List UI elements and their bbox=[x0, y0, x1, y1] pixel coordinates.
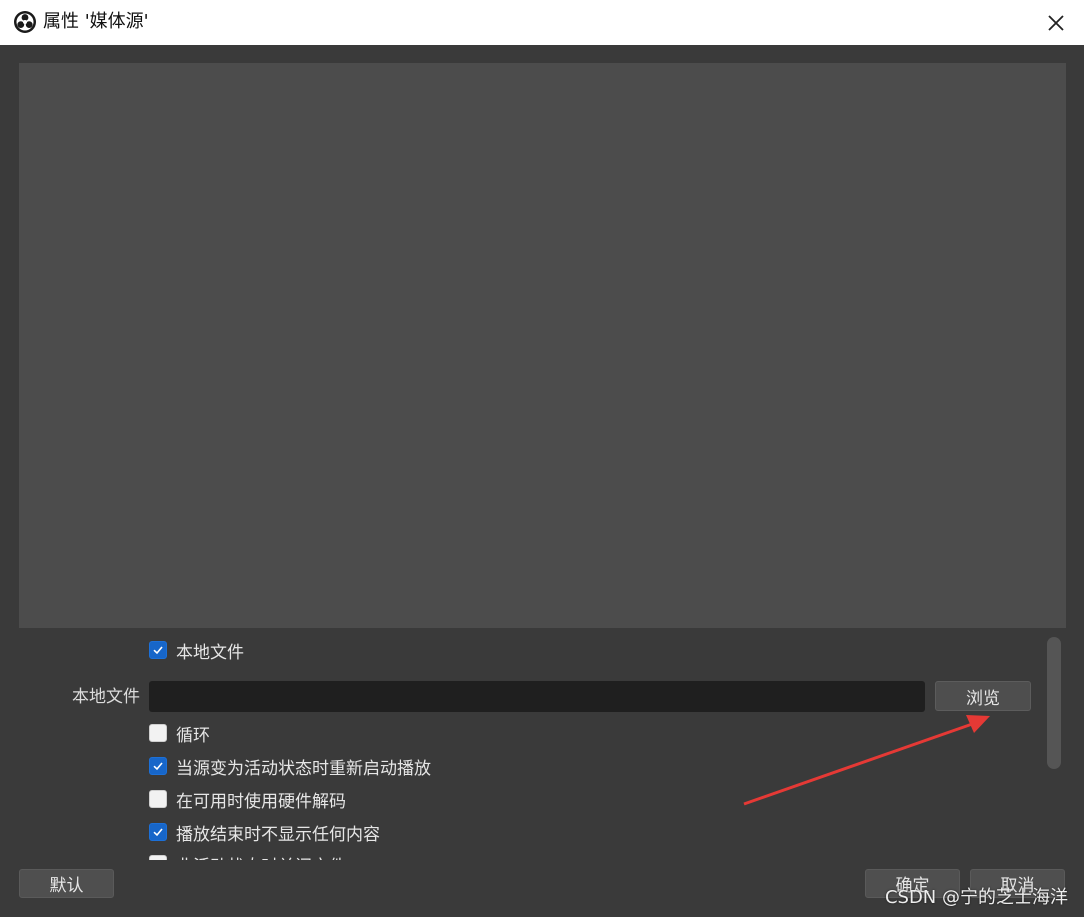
window-title: 属性 '媒体源' bbox=[43, 11, 149, 32]
checkbox-checked-icon bbox=[149, 823, 167, 841]
properties-dialog: 本地文件 本地文件 浏览 循环 当源变为活动状态时重新启动播放 在可用时使用硬件… bbox=[0, 45, 1084, 917]
local-file-field-label: 本地文件 bbox=[72, 687, 140, 707]
checkbox-checked-icon bbox=[149, 641, 167, 659]
obs-logo-icon bbox=[14, 11, 36, 33]
hide-on-end-checkbox[interactable]: 播放结束时不显示任何内容 bbox=[149, 820, 380, 845]
close-button[interactable] bbox=[1028, 0, 1084, 45]
hide-on-end-checkbox-label: 播放结束时不显示任何内容 bbox=[176, 824, 380, 845]
local-file-checkbox[interactable]: 本地文件 bbox=[149, 638, 244, 663]
properties-panel: 本地文件 本地文件 浏览 循环 当源变为活动状态时重新启动播放 在可用时使用硬件… bbox=[19, 635, 1066, 860]
defaults-button[interactable]: 默认 bbox=[19, 869, 114, 898]
checkbox-checked-icon bbox=[149, 757, 167, 775]
loop-checkbox-label: 循环 bbox=[176, 725, 210, 746]
properties-scrollbar[interactable] bbox=[1047, 637, 1061, 769]
local-file-checkbox-label: 本地文件 bbox=[176, 642, 244, 663]
checkbox-unchecked-icon bbox=[149, 855, 167, 860]
hardware-decode-checkbox[interactable]: 在可用时使用硬件解码 bbox=[149, 787, 346, 812]
local-file-path-input[interactable] bbox=[149, 681, 925, 712]
restart-on-activate-checkbox[interactable]: 当源变为活动状态时重新启动播放 bbox=[149, 754, 431, 779]
hw-decode-checkbox-label: 在可用时使用硬件解码 bbox=[176, 791, 346, 812]
checkbox-unchecked-icon bbox=[149, 790, 167, 808]
close-when-inactive-checkbox-label: 非活动状态时关闭文件 bbox=[176, 852, 346, 861]
browse-button[interactable]: 浏览 bbox=[935, 681, 1031, 711]
csdn-watermark: CSDN @宁的芝士海洋 bbox=[884, 887, 1068, 908]
close-icon bbox=[1048, 14, 1064, 31]
source-preview bbox=[19, 63, 1066, 628]
restart-checkbox-label: 当源变为活动状态时重新启动播放 bbox=[176, 758, 431, 779]
close-when-inactive-checkbox[interactable]: 非活动状态时关闭文件 bbox=[149, 852, 346, 860]
title-bar: 属性 '媒体源' bbox=[0, 0, 1084, 46]
loop-checkbox[interactable]: 循环 bbox=[149, 721, 210, 746]
checkbox-unchecked-icon bbox=[149, 724, 167, 742]
